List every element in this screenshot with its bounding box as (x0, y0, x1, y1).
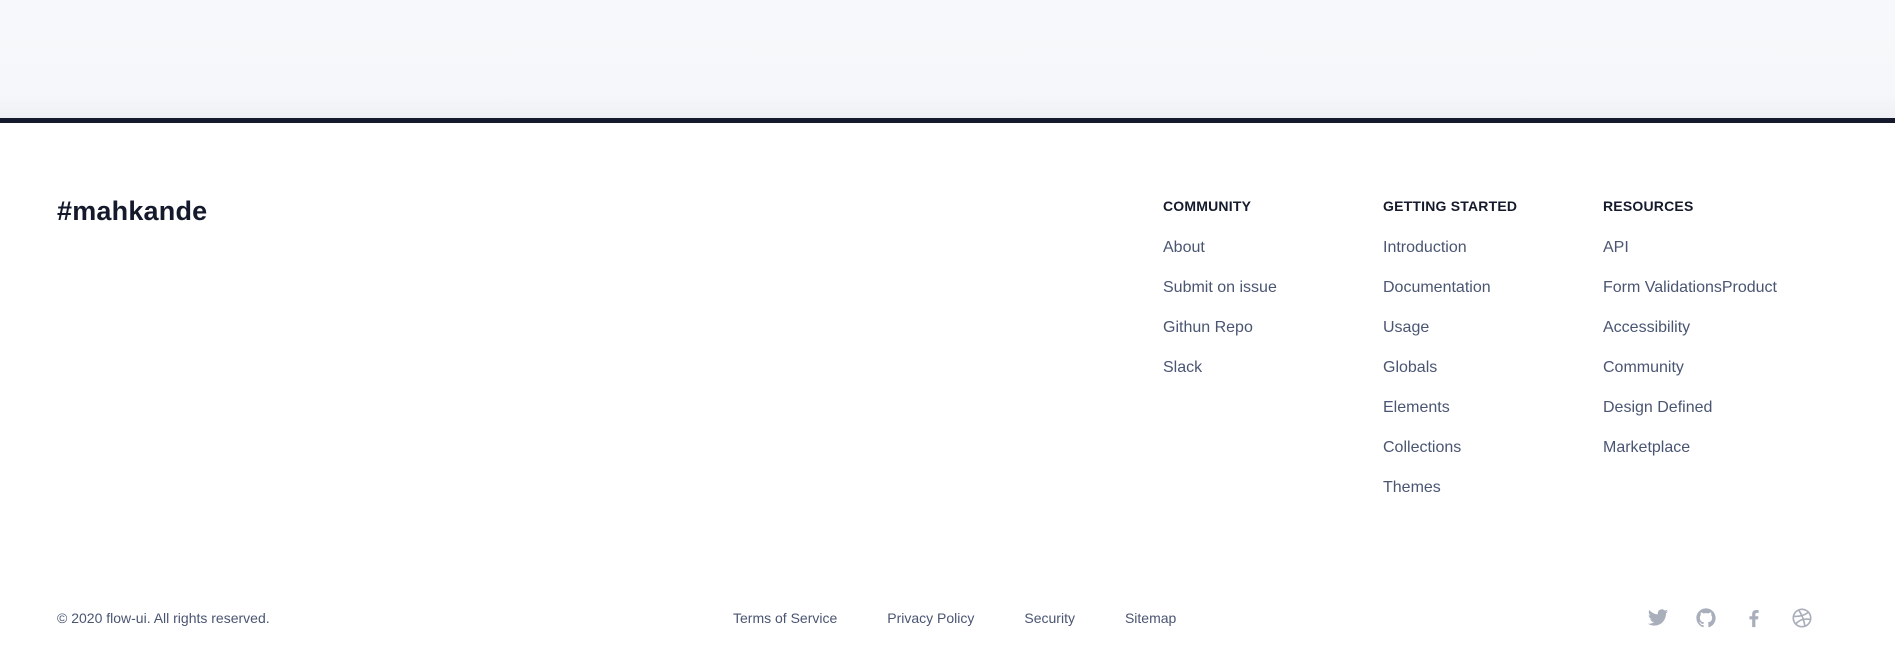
twitter-icon[interactable] (1647, 607, 1669, 629)
footer-link-accessibility[interactable]: Accessibility (1603, 319, 1690, 336)
getting-started-column: GETTING STARTED Introduction Documentati… (1383, 198, 1517, 518)
footer-link-introduction[interactable]: Introduction (1383, 239, 1467, 256)
top-band (0, 0, 1895, 118)
resources-links: API Form ValidationsProduct Accessibilit… (1603, 238, 1777, 478)
brand-logo[interactable]: #mahkande (57, 196, 207, 227)
dribbble-icon[interactable] (1791, 607, 1813, 629)
getting-started-links: Introduction Documentation Usage Globals… (1383, 238, 1517, 518)
column-heading: RESOURCES (1603, 198, 1694, 214)
footer-link-documentation[interactable]: Documentation (1383, 279, 1491, 296)
footer-link-form-validations[interactable]: Form ValidationsProduct (1603, 279, 1777, 296)
privacy-policy-link[interactable]: Privacy Policy (887, 610, 974, 626)
footer-link-elements[interactable]: Elements (1383, 399, 1450, 416)
copyright-text: © 2020 flow-ui. All rights reserved. (57, 610, 270, 626)
facebook-icon[interactable] (1743, 607, 1765, 629)
github-icon[interactable] (1695, 607, 1717, 629)
footer-link-github-repo[interactable]: Githun Repo (1163, 319, 1253, 336)
footer-link-collections[interactable]: Collections (1383, 439, 1461, 456)
community-column: COMMUNITY About Submit on issue Githun R… (1163, 198, 1277, 398)
footer-link-marketplace[interactable]: Marketplace (1603, 439, 1690, 456)
sitemap-link[interactable]: Sitemap (1125, 610, 1176, 626)
security-link[interactable]: Security (1024, 610, 1075, 626)
footer-link-slack[interactable]: Slack (1163, 359, 1202, 376)
footer-link-usage[interactable]: Usage (1383, 319, 1429, 336)
column-heading: COMMUNITY (1163, 198, 1252, 214)
community-links: About Submit on issue Githun Repo Slack (1163, 238, 1277, 398)
footer-link-api[interactable]: API (1603, 239, 1629, 256)
footer-link-globals[interactable]: Globals (1383, 359, 1437, 376)
social-links (1647, 607, 1813, 629)
divider-rule (0, 118, 1895, 123)
terms-of-service-link[interactable]: Terms of Service (733, 610, 837, 626)
footer-link-design-defined[interactable]: Design Defined (1603, 399, 1712, 416)
footer-link-about[interactable]: About (1163, 239, 1205, 256)
resources-column: RESOURCES API Form ValidationsProduct Ac… (1603, 198, 1777, 478)
column-heading: GETTING STARTED (1383, 198, 1518, 214)
footer-link-community[interactable]: Community (1603, 359, 1684, 376)
legal-links: Terms of Service Privacy Policy Security… (733, 610, 1176, 626)
footer-link-themes[interactable]: Themes (1383, 479, 1441, 496)
footer-link-submit-issue[interactable]: Submit on issue (1163, 279, 1277, 296)
